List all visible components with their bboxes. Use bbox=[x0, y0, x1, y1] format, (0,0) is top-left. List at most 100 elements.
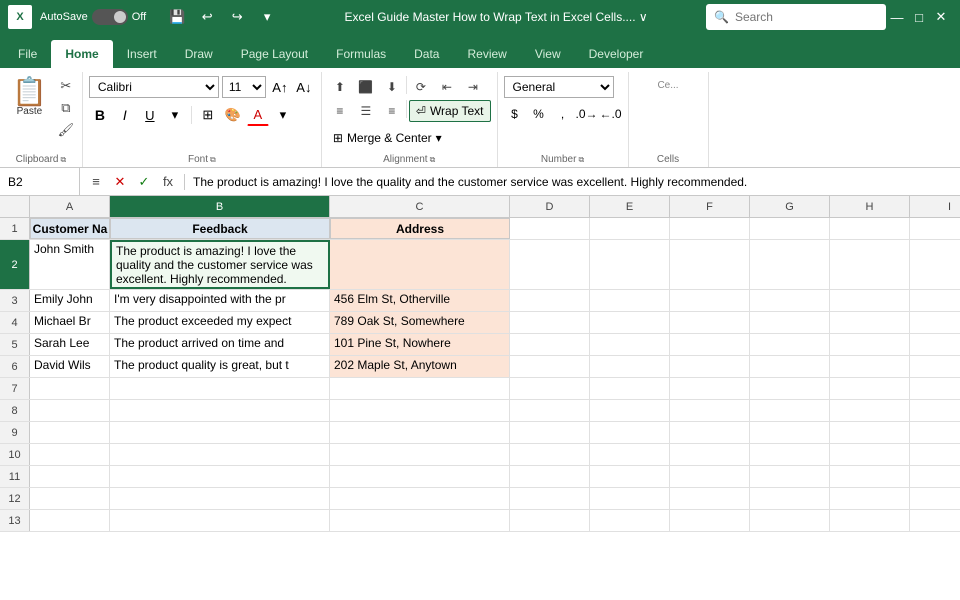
clipboard-expand-icon[interactable]: ⧉ bbox=[60, 155, 66, 165]
autosave-toggle[interactable] bbox=[92, 9, 128, 25]
copy-button[interactable]: ⧉ bbox=[56, 98, 76, 118]
search-box[interactable]: 🔍 bbox=[706, 4, 886, 30]
cell-d7[interactable] bbox=[510, 378, 590, 399]
cell-b6[interactable]: The product quality is great, but t bbox=[110, 356, 330, 377]
col-header-a[interactable]: A bbox=[30, 196, 110, 217]
cell-c2[interactable] bbox=[330, 240, 510, 289]
cell-i2[interactable] bbox=[910, 240, 960, 289]
cell-f3[interactable] bbox=[670, 290, 750, 311]
cell-g7[interactable] bbox=[750, 378, 830, 399]
comma-button[interactable]: , bbox=[552, 103, 574, 125]
col-header-i[interactable]: I bbox=[910, 196, 960, 217]
font-expand-icon[interactable]: ⧉ bbox=[210, 155, 216, 165]
cell-i3[interactable] bbox=[910, 290, 960, 311]
tab-view[interactable]: View bbox=[521, 40, 575, 68]
cell-c8[interactable] bbox=[330, 400, 510, 421]
cell-i6[interactable] bbox=[910, 356, 960, 377]
maximize-button[interactable]: □ bbox=[908, 6, 930, 28]
col-header-b[interactable]: B bbox=[110, 196, 330, 217]
underline-arrow-button[interactable]: ▾ bbox=[164, 104, 186, 126]
cell-h1[interactable] bbox=[830, 218, 910, 239]
align-right-button[interactable]: ≡ bbox=[380, 100, 404, 122]
col-header-e[interactable]: E bbox=[590, 196, 670, 217]
cell-d1[interactable] bbox=[510, 218, 590, 239]
cell-d4[interactable] bbox=[510, 312, 590, 333]
cell-c6[interactable]: 202 Maple St, Anytown bbox=[330, 356, 510, 377]
align-bottom-button[interactable]: ⬇ bbox=[380, 76, 404, 98]
italic-button[interactable]: I bbox=[114, 104, 136, 126]
name-manager-button[interactable]: ≡ bbox=[86, 174, 106, 189]
save-button[interactable]: 💾 bbox=[166, 6, 188, 28]
cell-b5[interactable]: The product arrived on time and bbox=[110, 334, 330, 355]
cell-e6[interactable] bbox=[590, 356, 670, 377]
borders-button[interactable]: ⊞ bbox=[197, 104, 219, 126]
cell-b2[interactable]: The product is amazing! I love the quali… bbox=[110, 240, 330, 289]
col-header-h[interactable]: H bbox=[830, 196, 910, 217]
cell-a7[interactable] bbox=[30, 378, 110, 399]
col-header-f[interactable]: F bbox=[670, 196, 750, 217]
cell-a6[interactable]: David Wils bbox=[30, 356, 110, 377]
cell-c7[interactable] bbox=[330, 378, 510, 399]
cell-d2[interactable] bbox=[510, 240, 590, 289]
cell-a8[interactable] bbox=[30, 400, 110, 421]
cell-f4[interactable] bbox=[670, 312, 750, 333]
wrap-text-button[interactable]: ⏎ Wrap Text bbox=[409, 100, 491, 122]
col-header-d[interactable]: D bbox=[510, 196, 590, 217]
cell-i1[interactable] bbox=[910, 218, 960, 239]
cancel-formula-button[interactable]: ✕ bbox=[110, 174, 130, 190]
increase-decimal-button[interactable]: ←.0 bbox=[600, 103, 622, 125]
indent-decrease-button[interactable]: ⇤ bbox=[435, 76, 459, 98]
minimize-button[interactable]: — bbox=[886, 6, 908, 28]
cell-a3[interactable]: Emily John bbox=[30, 290, 110, 311]
fill-color-button[interactable]: 🎨 bbox=[222, 104, 244, 126]
cell-b3[interactable]: I'm very disappointed with the pr bbox=[110, 290, 330, 311]
cut-button[interactable]: ✂ bbox=[56, 76, 76, 96]
col-header-c[interactable]: C bbox=[330, 196, 510, 217]
align-center-button[interactable]: ☰ bbox=[354, 100, 378, 122]
tab-review[interactable]: Review bbox=[453, 40, 520, 68]
cell-d3[interactable] bbox=[510, 290, 590, 311]
confirm-formula-button[interactable]: ✓ bbox=[134, 174, 154, 190]
decrease-decimal-button[interactable]: .0→ bbox=[576, 103, 598, 125]
alignment-expand-icon[interactable]: ⧉ bbox=[430, 155, 436, 165]
cell-h4[interactable] bbox=[830, 312, 910, 333]
cell-b7[interactable] bbox=[110, 378, 330, 399]
align-left-button[interactable]: ≡ bbox=[328, 100, 352, 122]
bold-button[interactable]: B bbox=[89, 104, 111, 126]
cell-e5[interactable] bbox=[590, 334, 670, 355]
cell-b4[interactable]: The product exceeded my expect bbox=[110, 312, 330, 333]
cell-d5[interactable] bbox=[510, 334, 590, 355]
fx-button[interactable]: fx bbox=[158, 174, 178, 189]
number-expand-icon[interactable]: ⧉ bbox=[578, 155, 584, 165]
cell-c1[interactable]: Address bbox=[330, 218, 510, 239]
cell-f7[interactable] bbox=[670, 378, 750, 399]
cell-e4[interactable] bbox=[590, 312, 670, 333]
tab-developer[interactable]: Developer bbox=[575, 40, 658, 68]
align-middle-button[interactable]: ⬛ bbox=[354, 76, 378, 98]
cell-i5[interactable] bbox=[910, 334, 960, 355]
cell-c5[interactable]: 101 Pine St, Nowhere bbox=[330, 334, 510, 355]
decrease-font-button[interactable]: A↓ bbox=[293, 76, 315, 98]
search-input[interactable] bbox=[735, 10, 878, 24]
cell-g1[interactable] bbox=[750, 218, 830, 239]
tab-insert[interactable]: Insert bbox=[113, 40, 171, 68]
cell-i7[interactable] bbox=[910, 378, 960, 399]
cell-e1[interactable] bbox=[590, 218, 670, 239]
cell-b1[interactable]: Feedback bbox=[110, 218, 330, 239]
font-name-select[interactable]: Calibri bbox=[89, 76, 219, 98]
font-color-arrow[interactable]: ▾ bbox=[272, 104, 294, 126]
cell-h5[interactable] bbox=[830, 334, 910, 355]
increase-font-button[interactable]: A↑ bbox=[269, 76, 291, 98]
cell-e7[interactable] bbox=[590, 378, 670, 399]
cell-f6[interactable] bbox=[670, 356, 750, 377]
tab-page-layout[interactable]: Page Layout bbox=[227, 40, 322, 68]
cell-g4[interactable] bbox=[750, 312, 830, 333]
format-painter-button[interactable]: 🖌 bbox=[56, 120, 76, 140]
more-commands-button[interactable]: ▾ bbox=[256, 6, 278, 28]
cell-i4[interactable] bbox=[910, 312, 960, 333]
cell-c4[interactable]: 789 Oak St, Somewhere bbox=[330, 312, 510, 333]
cell-f2[interactable] bbox=[670, 240, 750, 289]
paste-button[interactable]: 📋 Paste bbox=[6, 76, 53, 119]
cell-e2[interactable] bbox=[590, 240, 670, 289]
cell-g2[interactable] bbox=[750, 240, 830, 289]
